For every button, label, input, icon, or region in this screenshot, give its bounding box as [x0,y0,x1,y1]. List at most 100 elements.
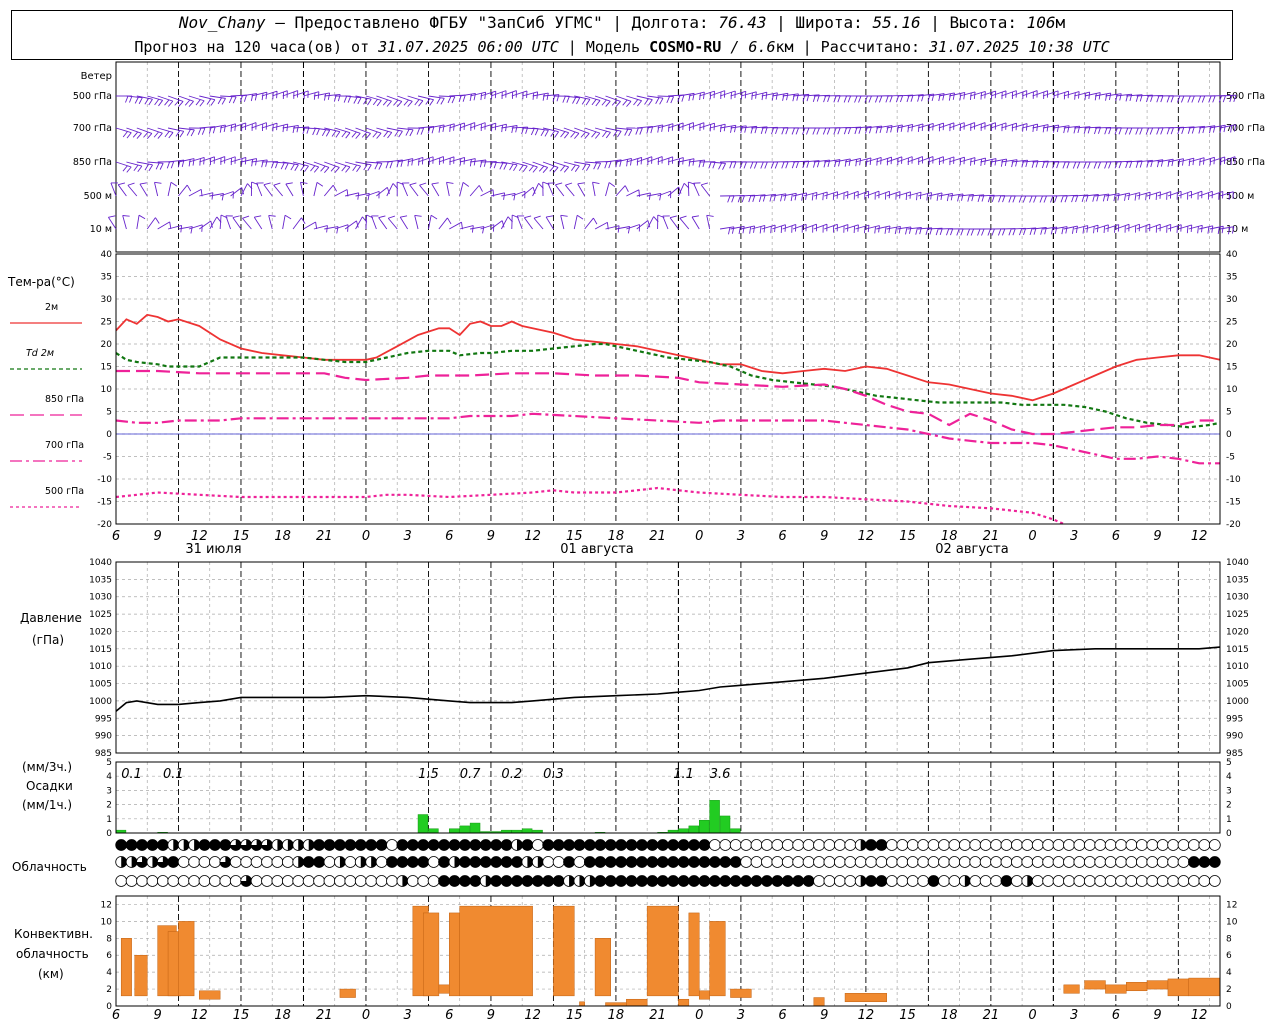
temp-axis-tick-right: 15 [1226,363,1237,373]
wind-barb-flag [703,92,705,100]
wind-barb [438,217,448,230]
pressure-axis-tick: 1000 [89,697,112,707]
hour-tick-label: 0 [1028,529,1036,544]
wind-barb-flag [192,158,195,166]
pressure-axis-tick-right: 1030 [1226,593,1249,603]
conv-axis-tick: 4 [106,968,112,978]
temp-axis-tick-right: -10 [1226,475,1241,485]
cloud-cover-circle [1094,856,1107,868]
wind-barb-flag [164,131,170,138]
cloud-cover-circle [406,875,419,887]
wind-barb-flag [624,185,629,192]
cloud-cover-circle [917,875,930,887]
wind-barb-flag [363,98,368,105]
cloud-cover-circle [740,856,753,868]
wind-barb-flag [770,226,772,234]
cloud-cover-circle [511,856,523,868]
cloud-cover-circle [167,875,180,887]
wind-barb-flag [822,193,824,201]
wind-barb-flag [199,100,205,107]
wind-barb-flag [900,124,903,132]
wind-barb-flag [729,161,733,169]
cloud-cover-circle [156,839,169,851]
wind-barb-flag [1221,226,1224,234]
wind-barb [378,217,388,230]
wind-level-label-right: 850 гПа [1226,157,1265,168]
wind-barb [401,182,409,197]
wind-barb-flag [544,130,549,137]
wind-barb-flag [865,158,868,166]
pressure-axis-tick: 1005 [89,680,112,690]
wind-barb-flag [146,133,153,140]
wind-barb-flag [546,215,554,218]
wind-barb-flag [790,194,793,202]
wind-barb-flag [615,101,621,108]
wind-barb-flag [565,182,573,186]
wind-barb-flag [878,225,880,233]
hour-tick-label-bottom: 0 [1028,1008,1036,1023]
wind-barb-flag [273,182,281,186]
wind-barb-flag [648,99,653,106]
wind-barb [523,217,533,230]
wind-barb-flag [691,215,700,218]
pressure-axis-tick: 1035 [89,575,112,585]
cloud-cover-circle [729,839,742,851]
cloud-cover-circle [177,875,190,887]
hour-tick-label: 0 [362,529,370,544]
wind-barb [469,185,480,197]
cloud-cover-circle [219,875,232,887]
cloud-cover-circle [438,839,450,851]
wind-barb-flag [357,192,360,200]
conv-axis-tick-right: 0 [1226,1002,1232,1012]
panel-border [115,61,1221,253]
temp-series-line [115,486,1065,526]
hour-tick-label-bottom: 9 [154,1008,162,1023]
wind-barb-flag [1135,127,1139,135]
cloud-cover-circle [1021,856,1034,868]
precip-label: Осадки [26,779,73,793]
wind-barb-flag [320,165,326,172]
precip-bar [688,825,699,834]
wind-barb-flag [175,130,181,137]
cloud-cover-circle [594,875,607,887]
wind-barb-flag [602,130,608,138]
cloud-cover-circle [771,856,784,868]
temp-axis-tick: -5 [103,453,112,463]
pressure-unit-label: (гПа) [32,633,64,647]
cloud-cover-circle [552,856,565,868]
wind-barb-flag [708,161,712,169]
cloud-cover-circle [813,856,825,868]
wind-barb-flag [605,100,611,107]
wind-barb [533,217,544,230]
pressure-axis-tick: 995 [95,714,112,724]
wind-barb-flag [1188,159,1191,167]
wind-barb-flag [786,93,789,101]
cloud-cover-circle [1115,856,1127,868]
hour-tick-label: 3 [403,529,411,544]
cloud-cover-circle [511,875,523,887]
wind-barb-flag [1197,226,1199,234]
cloud-cover-circle [396,839,409,851]
wind-barb-flag [425,98,431,105]
wind-barb-flag [155,162,160,170]
wind-barb [268,215,273,230]
wind-barb-flag [626,159,629,167]
cloud-cover-circle [1177,839,1190,851]
cloud-cover-circle [604,875,617,887]
cloud-cover-circle [594,856,607,868]
cloud-cover-circle [396,856,409,868]
wind-barb-flag [1108,127,1112,135]
wind-barb-flag [405,129,410,136]
hour-tick-label-bottom: 6 [778,1008,786,1023]
wind-barb-flag [394,130,399,137]
conv-axis-tick-right: 8 [1226,934,1232,944]
conv-bar [1063,984,1080,994]
wind-barb-flag [108,215,116,218]
wind-barb-flag [1129,161,1133,168]
wind-barb-flag [407,159,410,167]
wind-barb-flag [911,124,914,132]
wind-barb-flag [722,163,727,170]
cloud-cover-circle [573,839,586,851]
wind-barb-flag [449,124,451,132]
wind-barb-flag [337,94,341,102]
